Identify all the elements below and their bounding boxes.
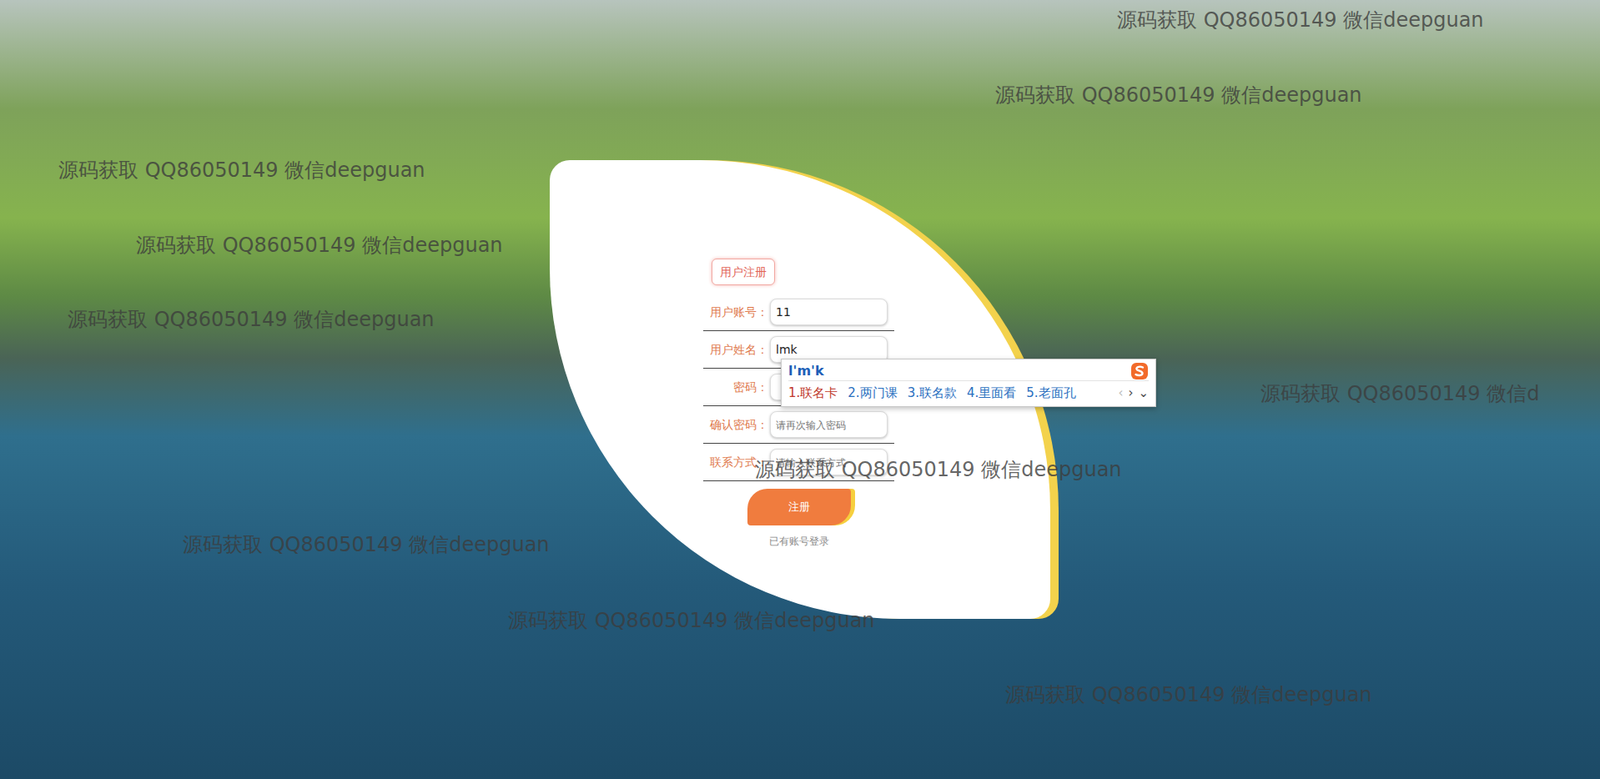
ime-expand-button[interactable]: ⌄	[1137, 383, 1149, 403]
sogou-logo-icon	[1130, 362, 1149, 381]
ime-candidate-row: 1.联名卡 2.两门课 3.联名款 4.里面看 5.老面孔 ‹›⌄	[788, 381, 1149, 405]
field-input[interactable]	[769, 298, 888, 326]
watermark: 源码获取 QQ86050149 微信d	[1260, 378, 1540, 409]
login-row: 已有账号登录	[703, 533, 895, 549]
ime-candidate[interactable]: 2.两门课	[847, 383, 897, 403]
ime-nav: ‹›⌄	[1117, 383, 1149, 403]
submit-button[interactable]: 注册	[747, 488, 851, 526]
watermark: 源码获取 QQ86050149 微信deepguan	[135, 230, 504, 261]
submit-row: 注册	[703, 488, 895, 526]
watermark: 源码获取 QQ86050149 微信deepguan	[1005, 679, 1373, 710]
watermark: 源码获取 QQ86050149 微信deepguan	[995, 80, 1363, 111]
watermark: 源码获取 QQ86050149 微信deepguan	[754, 454, 1123, 485]
watermark: 源码获取 QQ86050149 微信deepguan	[1116, 5, 1485, 36]
ime-candidate[interactable]: 4.里面看	[966, 383, 1017, 403]
watermark: 源码获取 QQ86050149 微信deepguan	[67, 304, 435, 335]
field-input[interactable]	[769, 411, 888, 438]
title-row: 用户注册	[703, 258, 895, 286]
ime-composition-row: l'm'k	[788, 361, 1149, 382]
field-label: 用户账号：	[703, 303, 769, 322]
watermark: 源码获取 QQ86050149 微信deepguan	[182, 529, 550, 560]
form-row: 联系方式：	[703, 443, 895, 482]
field-label: 用户姓名：	[703, 341, 769, 359]
field-label: 联系方式：	[703, 453, 769, 472]
ime-candidate[interactable]: 5.老面孔	[1026, 383, 1076, 403]
field-label: 确认密码：	[703, 416, 769, 434]
ime-prev-button[interactable]: ‹	[1117, 383, 1123, 403]
field-label: 密码：	[703, 378, 769, 397]
form-row: 用户账号：	[703, 293, 895, 332]
field-input[interactable]	[769, 448, 888, 476]
ime-candidate[interactable]: 1.联名卡	[788, 383, 838, 403]
form-row: 确认密码：	[703, 406, 895, 444]
watermark: 源码获取 QQ86050149 微信deepguan	[58, 155, 426, 186]
form-title: 用户注册	[711, 258, 775, 286]
ime-candidate[interactable]: 3.联名款	[907, 383, 957, 403]
ime-next-button[interactable]: ›	[1127, 383, 1133, 403]
watermark: 源码获取 QQ86050149 微信deepguan	[508, 605, 876, 636]
ime-composition: l'm'k	[788, 361, 825, 382]
ime-popup: l'm'k1.联名卡 2.两门课 3.联名款 4.里面看 5.老面孔 ‹›⌄	[780, 358, 1157, 408]
login-link[interactable]: 已有账号登录	[769, 533, 830, 549]
